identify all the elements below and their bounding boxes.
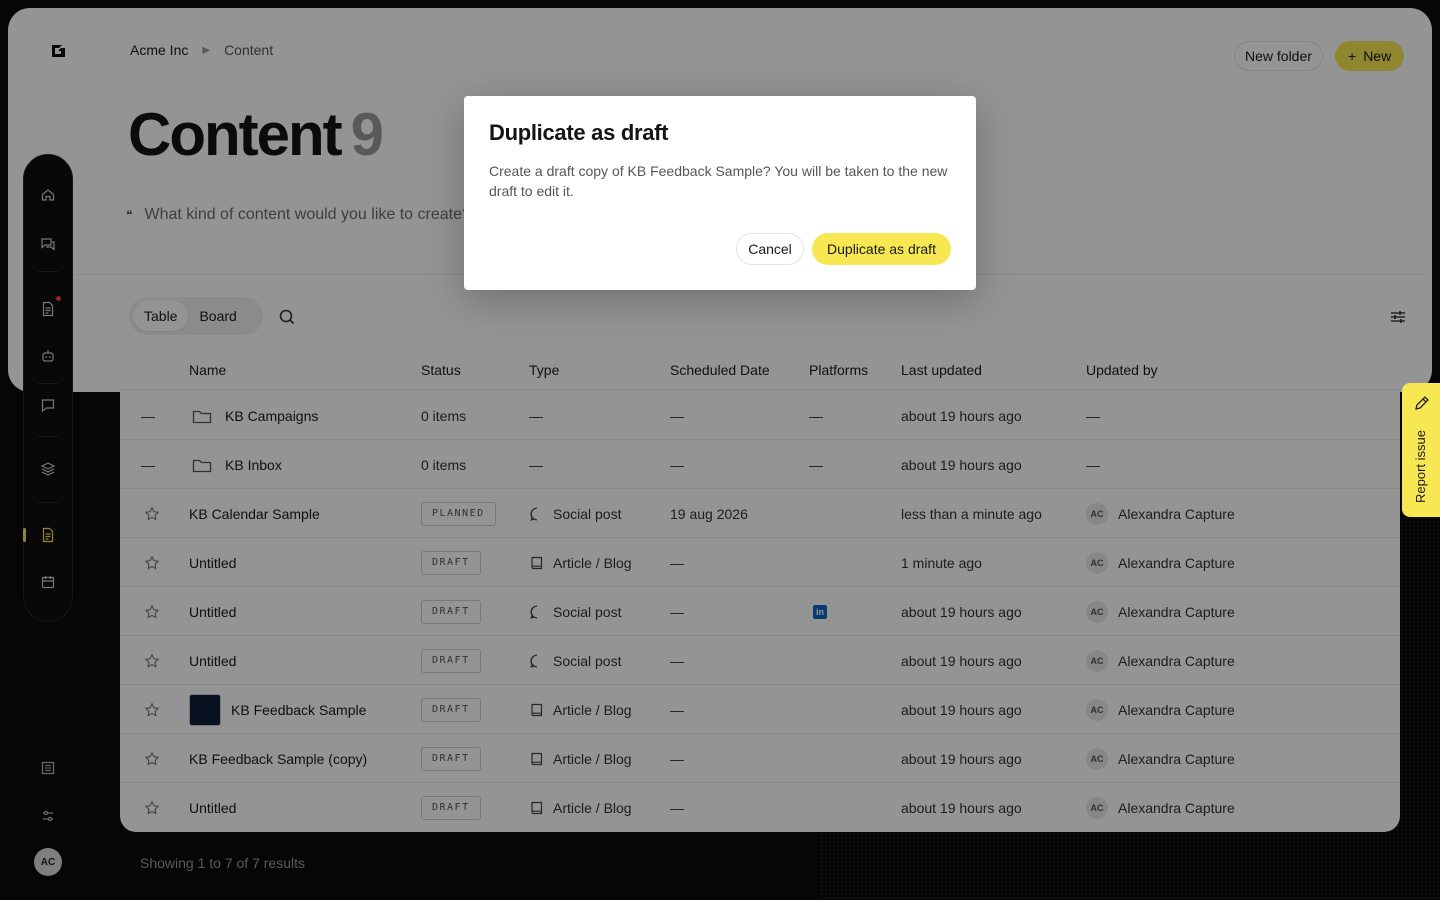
report-issue-label: Report issue	[1413, 430, 1428, 503]
duplicate-dialog: Duplicate as draft Create a draft copy o…	[464, 96, 976, 290]
duplicate-as-draft-button[interactable]: Duplicate as draft	[812, 233, 951, 265]
pencil-icon	[1415, 396, 1429, 410]
cancel-button[interactable]: Cancel	[736, 233, 804, 265]
dialog-title: Duplicate as draft	[489, 120, 669, 145]
dialog-description: Create a draft copy of KB Feedback Sampl…	[489, 163, 948, 199]
report-issue-tab[interactable]: Report issue	[1402, 383, 1440, 517]
